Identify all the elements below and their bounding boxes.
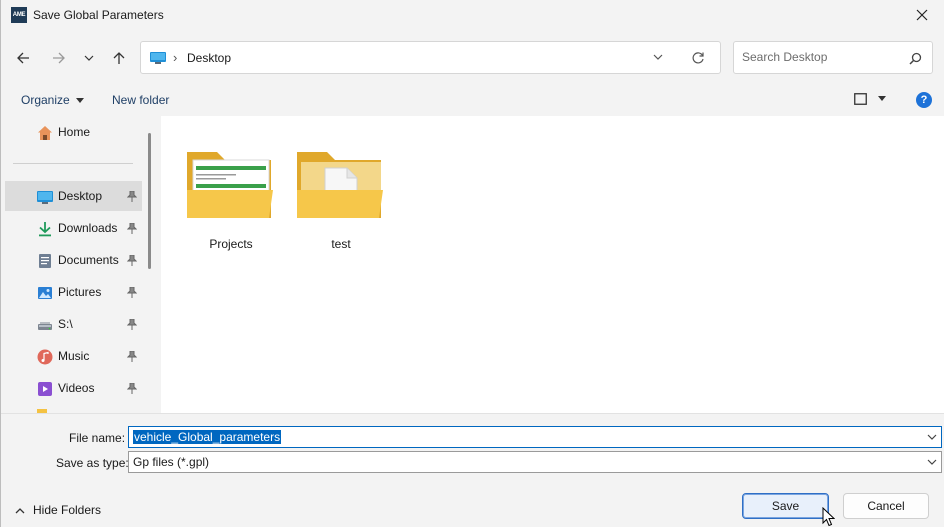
save-as-type-value: Gp files (*.gpl) [133, 455, 210, 469]
save-button[interactable]: Save [742, 493, 829, 519]
pin-icon[interactable] [127, 223, 137, 234]
cancel-button[interactable]: Cancel [843, 493, 929, 519]
sidebar-divider [13, 163, 133, 164]
command-bar: Organize New folder ? [1, 86, 944, 114]
file-name-value[interactable]: vehicle_Global_parameters [133, 430, 282, 444]
organize-label: Organize [21, 93, 70, 107]
documents-icon [39, 254, 51, 268]
pin-icon[interactable] [127, 383, 137, 394]
up-button[interactable] [107, 46, 131, 70]
file-item-name: Projects [209, 237, 253, 251]
sidebar-item-label: Documents [58, 253, 119, 267]
hide-folders-toggle[interactable]: Hide Folders [15, 503, 101, 517]
sidebar-item-videos[interactable]: Videos [5, 373, 142, 403]
search-icon [909, 52, 922, 65]
app-icon: AME [11, 7, 27, 23]
pin-icon[interactable] [127, 191, 137, 202]
chevron-up-icon [15, 507, 25, 513]
breadcrumb-chevron-icon: › [173, 50, 178, 65]
dialog-title: Save Global Parameters [33, 8, 164, 22]
desktop-icon [37, 191, 53, 204]
folder-with-documents-icon [187, 152, 273, 218]
navigation-bar: › Desktop [1, 38, 944, 76]
drive-icon [38, 322, 52, 330]
sidebar-item-label: Home [58, 125, 91, 139]
close-icon [916, 9, 928, 21]
file-pane: Projects test [161, 116, 944, 413]
view-options-icon[interactable] [854, 93, 867, 105]
download-icon [39, 222, 51, 237]
navigation-pane-scrollbar[interactable] [148, 133, 151, 269]
save-as-type-label: Save as type: [56, 456, 129, 470]
save-as-type-select[interactable]: Gp files (*.gpl) [128, 451, 942, 473]
file-name-field[interactable]: vehicle_Global_parameters [128, 426, 942, 448]
home-icon [38, 126, 52, 140]
title-bar: AME Save Global Parameters [1, 0, 944, 30]
chevron-down-icon [84, 55, 94, 61]
music-icon [37, 349, 53, 365]
back-arrow-icon [17, 52, 29, 64]
sidebar-item-home[interactable]: Home [5, 117, 142, 147]
breadcrumb-desktop[interactable]: Desktop [187, 51, 231, 65]
sidebar-item-documents[interactable]: Documents [5, 245, 142, 275]
folder-with-file-icon [297, 152, 383, 218]
up-arrow-icon [113, 52, 125, 64]
sidebar-item-label: Videos [58, 381, 95, 395]
sidebar-item-pictures[interactable]: Pictures [5, 277, 142, 307]
close-button[interactable] [899, 0, 944, 30]
search-input[interactable] [742, 50, 902, 64]
file-item-test[interactable]: test [291, 132, 391, 251]
file-name-label: File name: [69, 431, 126, 445]
pin-icon[interactable] [127, 319, 137, 330]
pin-icon[interactable] [127, 287, 137, 298]
pictures-icon [38, 287, 52, 299]
sidebar-item-s-drive[interactable]: S:\ [5, 309, 142, 339]
hide-folders-label: Hide Folders [33, 503, 102, 517]
chevron-down-icon[interactable] [927, 458, 937, 466]
file-item-name: test [331, 237, 351, 251]
save-dialog: AME Save Global Parameters › Desktop Sea… [0, 0, 944, 527]
sidebar-item-label: Pictures [58, 285, 102, 299]
sidebar-item-label: Music [58, 349, 90, 363]
sidebar-item-label: S:\ [58, 317, 73, 331]
address-dropdown-icon[interactable] [653, 52, 663, 62]
caret-down-icon [75, 97, 84, 103]
file-item-projects[interactable]: Projects [181, 132, 281, 251]
back-button[interactable] [11, 46, 35, 70]
sidebar-item-desktop[interactable]: Desktop [5, 181, 142, 211]
organize-button[interactable]: Organize [21, 93, 84, 107]
pin-icon[interactable] [127, 255, 137, 266]
navigation-pane: Home Desktop Downloads Documents Picture… [1, 116, 144, 413]
forward-button[interactable] [47, 46, 71, 70]
sidebar-item-downloads[interactable]: Downloads [5, 213, 142, 243]
pin-icon[interactable] [127, 351, 137, 362]
desktop-icon [150, 52, 166, 64]
search-box[interactable] [733, 41, 933, 74]
sidebar-item-label: Downloads [58, 221, 118, 235]
refresh-icon[interactable] [691, 51, 705, 65]
forward-arrow-icon [53, 52, 65, 64]
address-bar[interactable]: › Desktop [140, 41, 721, 74]
sidebar-item-music[interactable]: Music [5, 341, 142, 371]
mouse-cursor-icon [822, 507, 835, 527]
save-form: File name: vehicle_Global_parameters Sav… [1, 413, 944, 527]
help-icon[interactable]: ? [916, 92, 932, 108]
sidebar-item-label: Desktop [58, 189, 103, 203]
chevron-down-icon[interactable] [927, 433, 937, 441]
videos-icon [38, 382, 52, 396]
view-dropdown-icon[interactable] [878, 96, 886, 101]
new-folder-button[interactable]: New folder [112, 93, 169, 107]
recent-locations-button[interactable] [77, 46, 101, 70]
